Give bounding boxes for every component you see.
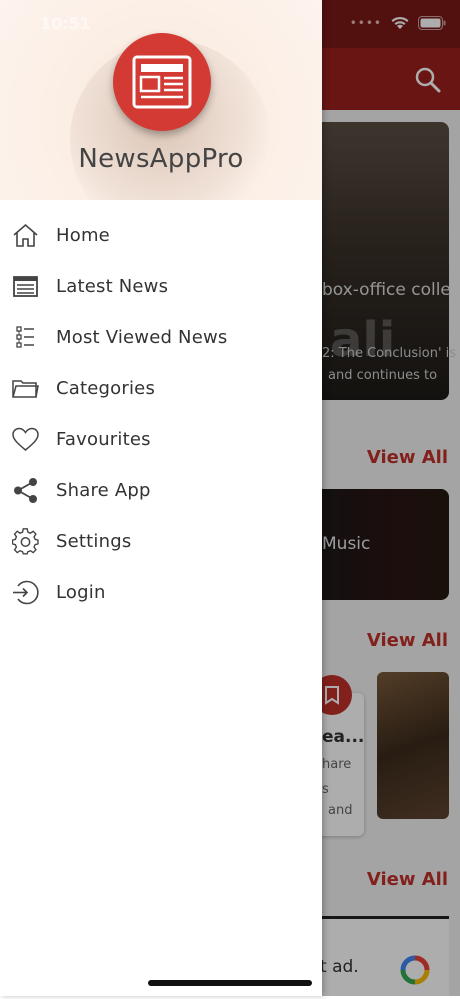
app-title: NewsAppPro — [78, 144, 244, 174]
menu-item-login[interactable]: Login — [0, 567, 322, 618]
share-icon — [14, 478, 37, 503]
newspaper-icon — [13, 276, 38, 297]
home-icon — [13, 223, 38, 247]
menu-item-favourites[interactable]: Favourites — [0, 414, 322, 465]
menu-item-label: Categories — [56, 378, 156, 399]
heart-icon — [12, 427, 39, 451]
menu-item-label: Most Viewed News — [56, 327, 228, 348]
menu-item-categories[interactable]: Categories — [0, 363, 322, 414]
menu-item-share-app[interactable]: Share App — [0, 465, 322, 516]
menu-item-label: Home — [56, 225, 110, 246]
drawer-menu: Home Latest News Most Viewed News Catego… — [0, 210, 322, 618]
drawer-header: 10:51 NewsAppPro — [0, 0, 322, 200]
menu-item-label: Latest News — [56, 276, 169, 297]
list-icon — [16, 326, 34, 348]
gear-icon — [12, 528, 39, 555]
menu-item-most-viewed[interactable]: Most Viewed News — [0, 312, 322, 363]
login-icon — [13, 580, 39, 605]
menu-item-latest-news[interactable]: Latest News — [0, 261, 322, 312]
menu-item-settings[interactable]: Settings — [0, 516, 322, 567]
menu-item-home[interactable]: Home — [0, 210, 322, 261]
newspaper-logo-icon — [132, 55, 192, 109]
folder-icon — [12, 380, 39, 398]
status-time: 10:51 — [40, 14, 91, 33]
menu-item-label: Settings — [56, 531, 132, 552]
menu-item-label: Favourites — [56, 429, 151, 450]
menu-item-label: Share App — [56, 480, 151, 501]
navigation-drawer: 10:51 NewsAppPro Home Latest News Most V… — [0, 0, 322, 996]
app-logo — [113, 33, 211, 131]
home-indicator[interactable] — [148, 980, 312, 986]
menu-item-label: Login — [56, 582, 106, 603]
